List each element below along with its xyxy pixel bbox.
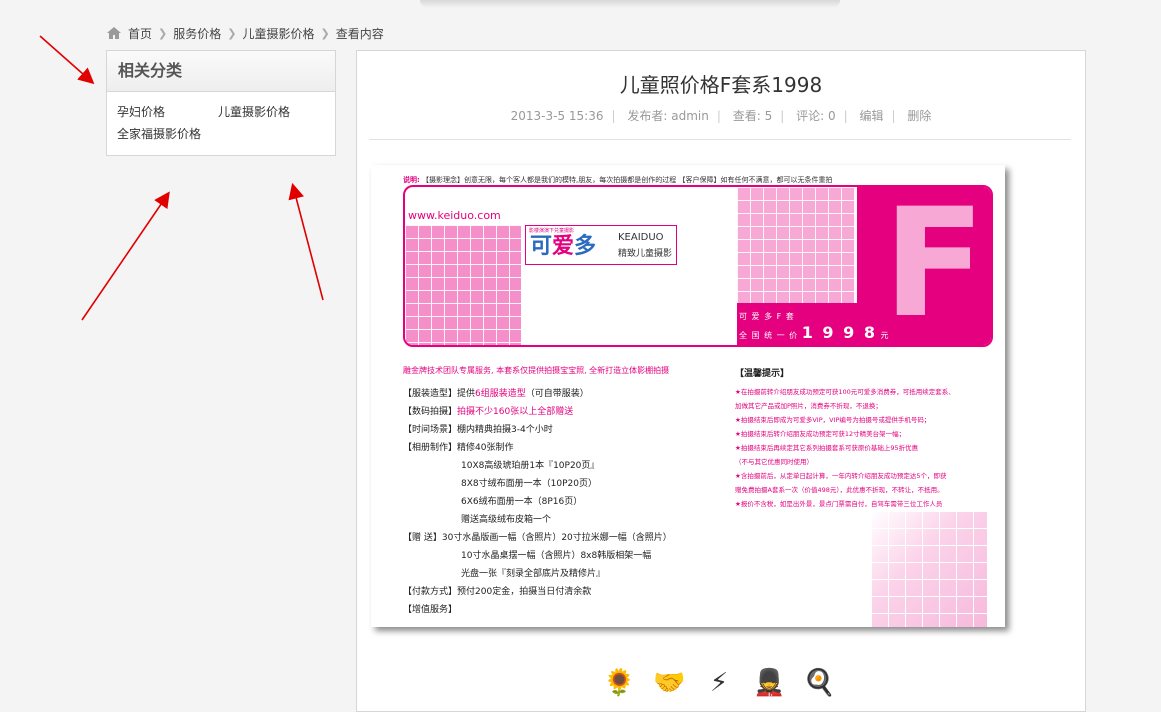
website-text: www.keiduo.com [408, 209, 501, 222]
package-line: 光盘一张『刻录全部底片及精修片』 [461, 569, 606, 579]
price-line2: 全 国 统 一 价 1 9 9 8 元 [739, 323, 890, 342]
reaction-emoticons: 🌻 🤝 ⚡ 💂 🍳 [603, 667, 835, 699]
package-line: 【赠 送】30寸水晶版画一幅（含照片）20寸拉米娜一幅（含照片） [403, 533, 672, 543]
package-line: 【付款方式】预付200定金，拍摄当日付清余款 [403, 587, 592, 597]
edit-link[interactable]: 编辑 [859, 109, 883, 123]
poster-headline: 雕金牌技术团队专属服务, 本套系仅提供拍摄宝宝照, 全新打造立体影棚拍摄 [403, 366, 670, 375]
tip-line: ★在拍摄前转介绍朋友成功预定可获100元可爱多消费券，可抵用续定套系、 [735, 388, 955, 396]
arrow-topleft [39, 35, 95, 85]
package-line: 【服装造型】提供6组服装造型（可自带服装） [403, 389, 589, 399]
poster-banner: www.keiduo.com 影楼演演下兑童摄影 可爱多 KEAIDUO 精致儿… [403, 185, 993, 347]
soldier-icon[interactable]: 💂 [753, 667, 785, 699]
pink-grid [405, 225, 521, 345]
post-author: 发布者: admin [627, 109, 709, 123]
brand-logo: 影楼演演下兑童摄影 可爱多 KEAIDUO 精致儿童摄影 [525, 225, 677, 265]
warm-tips: 【温馨提示】 ★在拍摄前转介绍朋友成功预定可获100元可爱多消费券，可抵用续定套… [735, 367, 995, 511]
price-line1: 可 爱 多 F 套 [739, 312, 795, 321]
tip-line: ★含拍摄前后，从定单日起计算，一年内转介绍朋友成功预定达5个，即获 [735, 472, 947, 480]
pink-grid-right [737, 187, 855, 303]
package-details: 【服装造型】提供6组服装造型（可自带服装） 【数码拍摄】拍摄不少160张以上全部赠… [403, 385, 672, 619]
tip-line: 赠免费拍摄A套系一次（价值498元），此优惠不折现，不转让，不抵用。 [735, 486, 944, 494]
breadcrumb-services[interactable]: 服务价格 [173, 25, 221, 42]
package-line: 【时间场景】棚内精典拍摄3-4个小时 [403, 425, 553, 435]
post-views: 查看: 5 [732, 109, 773, 123]
pink-corner-grid [871, 511, 987, 627]
breadcrumb: 首页 ❯ 服务价格 ❯ 儿童摄影价格 ❯ 查看内容 [106, 24, 384, 42]
package-line: 【数码拍摄】拍摄不少160张以上全部赠送 [403, 407, 574, 417]
package-line: 8X8寸绒布面册一本（10P20页） [461, 479, 597, 489]
breadcrumb-current: 查看内容 [335, 26, 384, 41]
related-categories-panel: 相关分类 孕妇价格 儿童摄影价格 全家福摄影价格 [106, 50, 336, 156]
breadcrumb-kids-price[interactable]: 儿童摄影价格 [242, 25, 314, 42]
package-line: 【相册制作】精修40张制作 [403, 443, 514, 453]
post-date: 2013-3-5 15:36 [510, 109, 604, 123]
category-kids[interactable]: 儿童摄影价格 [218, 103, 290, 120]
tips-title: 【温馨提示】 [735, 369, 790, 379]
post-comments: 评论: 0 [796, 109, 836, 123]
flower-icon[interactable]: 🌻 [603, 667, 635, 699]
package-line: 赠送高级绒布皮箱一个 [461, 515, 552, 525]
tip-line: ★拍摄结束后即成为可爱多VIP，VIP编号为拍摄号或提供手机号码； [735, 416, 931, 424]
chevron-right-icon: ❯ [320, 26, 330, 40]
tip-line: （不与其它优惠同时使用） [735, 458, 813, 466]
article-title: 儿童照价格F套系1998 [619, 73, 823, 97]
arrow-bottomleft [81, 191, 170, 321]
handshake-icon[interactable]: 🤝 [653, 667, 685, 699]
package-line: 【增值服务】 [403, 605, 458, 615]
sidebar-title: 相关分类 [107, 51, 335, 92]
chevron-right-icon: ❯ [227, 26, 237, 40]
tip-line: ★拍摄结束后再续定其它系列拍摄套系可获原价基础上95折优惠 [735, 444, 919, 452]
article-panel: 儿童照价格F套系1998 2013-3-5 15:36 | 发布者: admin |… [356, 50, 1086, 712]
divider [369, 139, 1071, 140]
egg-icon[interactable]: 🍳 [803, 667, 835, 699]
article-meta: 2013-3-5 15:36 | 发布者: admin | 查看: 5 | 评论: 0… [510, 109, 932, 123]
price-poster-image: 说明: 【摄影理念】创意无限，每个客人都是我们的模特,朋友，每次拍摄都是创作的过… [371, 165, 1005, 627]
breadcrumb-home[interactable]: 首页 [128, 25, 152, 42]
delete-link[interactable]: 删除 [907, 109, 931, 123]
poster-top-note: 说明: 【摄影理念】创意无限，每个客人都是我们的模特,朋友，每次拍摄都是创作的过… [403, 176, 833, 184]
top-shadow [420, 0, 840, 8]
category-family[interactable]: 全家福摄影价格 [117, 125, 201, 142]
tip-line: ★报价不含税，如是出外景，景点门票需自付，自驾车需带三位工作人员 [735, 500, 943, 508]
big-f-letter: F [883, 185, 986, 347]
tip-line: ★拍摄结束后转介绍朋友成功预定可获12寸精美台架一幅； [735, 430, 906, 438]
chevron-right-icon: ❯ [158, 26, 168, 40]
package-line: 10寸水晶桌摆一幅（含照片）8x8韩版相架一幅 [461, 551, 652, 561]
tip-line: 加做其它产品或加P照片，消费券不折现，不退换； [735, 402, 882, 410]
package-line: 6X6绒布面册一本（8P16页） [461, 497, 583, 507]
arrow-bottomright [288, 182, 324, 301]
lightning-icon[interactable]: ⚡ [703, 667, 735, 699]
package-line: 10X8高级琥珀册1本『10P20页』 [461, 461, 600, 471]
home-icon[interactable] [106, 26, 122, 40]
category-maternity[interactable]: 孕妇价格 [117, 103, 165, 120]
